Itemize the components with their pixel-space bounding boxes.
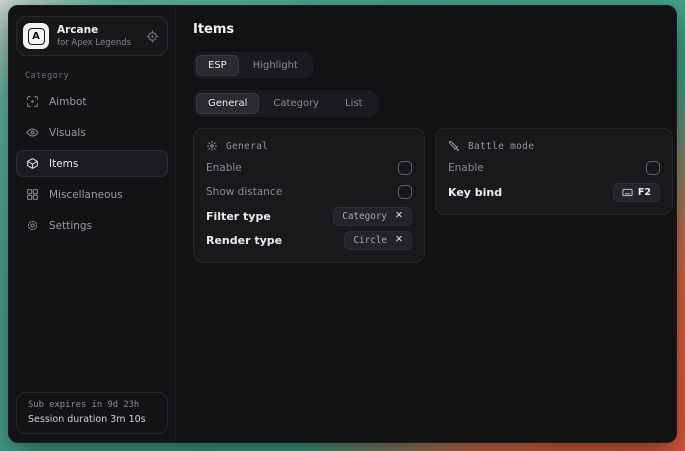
tab-general[interactable]: General — [196, 93, 259, 114]
setting-label: Enable — [448, 162, 484, 174]
enable-checkbox[interactable] — [398, 161, 412, 175]
setting-row-show-distance: Show distance — [206, 180, 412, 204]
battle-card-title: Battle mode — [468, 141, 534, 152]
general-card-header: General — [206, 140, 412, 152]
app-logo-letter: A — [28, 28, 45, 45]
setting-label: Show distance — [206, 186, 282, 198]
setting-row-battle-enable: Enable — [448, 156, 660, 180]
filter-type-value: Category — [342, 211, 387, 222]
brand-card: A Arcane for Apex Legends — [16, 16, 168, 56]
close-icon[interactable]: ✕ — [395, 211, 403, 221]
render-type-select[interactable]: Circle ✕ — [344, 231, 412, 250]
sidebar-item-aimbot[interactable]: Aimbot — [16, 88, 168, 115]
keybind-value: F2 — [638, 187, 651, 198]
sidebar: A Arcane for Apex Legends Category A — [9, 6, 176, 442]
close-icon[interactable]: ✕ — [395, 235, 403, 245]
mode-tabs: ESP Highlight — [193, 52, 313, 79]
package-icon — [26, 157, 39, 170]
battle-mode-icon — [448, 140, 460, 152]
keyboard-icon — [622, 187, 633, 198]
setting-label: Enable — [206, 162, 242, 174]
app-logo: A — [23, 23, 49, 49]
sidebar-nav: Aimbot Visuals Items — [16, 88, 168, 239]
page-title: Items — [193, 22, 673, 37]
setting-label: Filter type — [206, 210, 271, 223]
brand-text: Arcane for Apex Legends — [57, 24, 138, 48]
setting-row-enable: Enable — [206, 156, 412, 180]
setting-row-render-type: Render type Circle ✕ — [206, 228, 412, 252]
cards-row: General Enable Show distance Filter type… — [193, 128, 673, 263]
subscription-card: Sub expires in 9d 23h Session duration 3… — [16, 392, 168, 434]
view-tabs: General Category List — [193, 90, 378, 117]
sidebar-item-label: Items — [49, 158, 78, 170]
sidebar-item-label: Aimbot — [49, 96, 87, 108]
battle-enable-checkbox[interactable] — [646, 161, 660, 175]
sidebar-section-label: Category — [25, 71, 168, 81]
render-type-value: Circle — [353, 235, 387, 246]
mode-tab-row: ESP Highlight — [193, 52, 673, 79]
sidebar-item-visuals[interactable]: Visuals — [16, 119, 168, 146]
keybind-button[interactable]: F2 — [613, 183, 660, 202]
gear-icon — [26, 219, 39, 232]
general-card: General Enable Show distance Filter type… — [193, 128, 425, 263]
crosshair-icon — [26, 95, 39, 108]
grid-icon — [26, 188, 39, 201]
sidebar-item-label: Settings — [49, 220, 92, 232]
sidebar-item-items[interactable]: Items — [16, 150, 168, 177]
session-duration-text: Session duration 3m 10s — [28, 414, 156, 425]
app-name: Arcane — [57, 24, 138, 36]
setting-label: Render type — [206, 234, 282, 247]
sun-icon — [206, 140, 218, 152]
sidebar-item-settings[interactable]: Settings — [16, 212, 168, 239]
general-card-title: General — [226, 141, 268, 152]
tab-list[interactable]: List — [333, 93, 374, 114]
show-distance-checkbox[interactable] — [398, 185, 412, 199]
setting-label: Key bind — [448, 186, 502, 199]
view-tab-row: General Category List — [193, 90, 673, 117]
filter-type-select[interactable]: Category ✕ — [333, 207, 412, 226]
tab-category[interactable]: Category — [261, 93, 331, 114]
sidebar-item-label: Visuals — [49, 127, 86, 139]
app-subtitle: for Apex Legends — [57, 38, 138, 48]
eye-icon — [26, 126, 39, 139]
tab-highlight[interactable]: Highlight — [241, 55, 310, 76]
battle-card-header: Battle mode — [448, 140, 660, 152]
setting-row-filter-type: Filter type Category ✕ — [206, 204, 412, 228]
setting-row-key-bind: Key bind F2 — [448, 180, 660, 204]
tab-esp[interactable]: ESP — [196, 55, 239, 76]
target-icon[interactable] — [146, 30, 159, 43]
sub-expires-text: Sub expires in 9d 23h — [28, 400, 156, 410]
main-content: Items ESP Highlight General Category Lis… — [176, 6, 677, 442]
sidebar-item-miscellaneous[interactable]: Miscellaneous — [16, 181, 168, 208]
app-window: A Arcane for Apex Legends Category A — [8, 5, 677, 443]
sidebar-item-label: Miscellaneous — [49, 189, 123, 201]
battle-mode-card: Battle mode Enable Key bind F2 — [435, 128, 673, 215]
